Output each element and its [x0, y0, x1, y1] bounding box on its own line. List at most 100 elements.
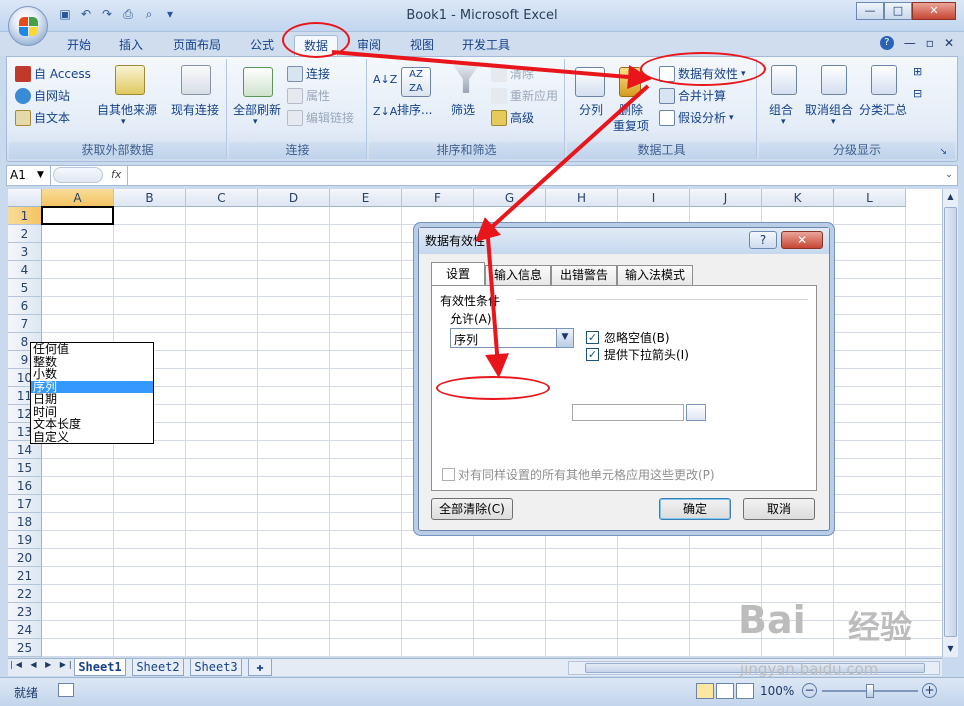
advanced-filter-button[interactable]: 高级 [491, 109, 534, 126]
tab-formulas[interactable]: 公式 [243, 35, 281, 56]
allow-option[interactable]: 文本长度 [31, 418, 153, 431]
help-icon[interactable]: ? [879, 36, 894, 50]
from-access-button[interactable]: 自 Access [15, 65, 91, 82]
sheet-tab-2[interactable]: Sheet2 [132, 659, 184, 676]
row-header-15[interactable]: 15 [8, 459, 42, 477]
source-input[interactable] [572, 404, 684, 421]
ribbon-restore-icon[interactable]: ▫ [926, 36, 934, 50]
restore-button[interactable]: □ [884, 2, 912, 20]
sheet-nav-icon[interactable]: |◀ ◀ ▶ ▶| [10, 660, 75, 669]
sort-button[interactable]: 排序... [397, 101, 432, 118]
clear-all-button[interactable]: 全部清除(C) [431, 498, 513, 520]
dialog-tab-ime-mode[interactable]: 输入法模式 [617, 265, 693, 285]
name-box[interactable]: A1 ▼ [7, 166, 51, 185]
hide-detail-icon[interactable]: ⊟ [913, 87, 922, 100]
tab-developer[interactable]: 开发工具 [455, 35, 517, 56]
row-header-19[interactable]: 19 [8, 531, 42, 549]
scroll-thumb[interactable] [944, 207, 957, 637]
existing-connections-button[interactable]: 现有连接 [171, 101, 219, 118]
active-cell-a1[interactable] [41, 206, 114, 225]
allow-option[interactable]: 日期 [31, 393, 153, 406]
from-web-button[interactable]: 自网站 [15, 87, 70, 104]
column-header-D[interactable]: D [258, 189, 330, 207]
refresh-all-button[interactable]: 全部刷新 [233, 101, 281, 118]
source-range-picker-icon[interactable] [686, 404, 706, 421]
subtotal-button[interactable]: 分类汇总 [859, 101, 907, 118]
row-header-22[interactable]: 22 [8, 585, 42, 603]
column-header-G[interactable]: G [474, 189, 546, 207]
show-detail-icon[interactable]: ⊞ [913, 65, 922, 78]
tab-home[interactable]: 开始 [60, 35, 98, 56]
row-header-25[interactable]: 25 [8, 639, 42, 657]
insert-sheet-icon[interactable]: ✚ [248, 659, 272, 676]
text-to-columns-button[interactable]: 分列 [579, 101, 603, 118]
consolidate-button[interactable]: 合并计算 [659, 87, 726, 104]
filter-button[interactable]: 筛选 [451, 101, 475, 118]
sort-descending-icon[interactable]: Z↓A [373, 105, 397, 118]
allow-option[interactable]: 自定义 [31, 431, 153, 444]
row-header-24[interactable]: 24 [8, 621, 42, 639]
ignore-blank-checkbox[interactable]: ✓ [586, 331, 599, 344]
cancel-button[interactable]: 取消 [743, 498, 815, 520]
row-header-4[interactable]: 4 [8, 261, 42, 279]
other-sources-button[interactable]: 自其他来源 [97, 101, 157, 118]
formula-input[interactable] [127, 166, 947, 185]
dialog-tab-input-message[interactable]: 输入信息 [485, 265, 551, 285]
row-header-6[interactable]: 6 [8, 297, 42, 315]
allow-option[interactable]: 任何值 [31, 343, 153, 356]
allow-option[interactable]: 小数 [31, 368, 153, 381]
formula-splitter-icon[interactable] [53, 167, 103, 183]
zoom-slider[interactable] [822, 684, 918, 698]
ok-button[interactable]: 确定 [659, 498, 731, 520]
column-header-H[interactable]: H [546, 189, 618, 207]
vertical-scrollbar[interactable]: ▲ ▼ [942, 189, 958, 657]
select-all-corner[interactable] [8, 189, 42, 207]
apply-all-checkbox[interactable] [442, 468, 455, 481]
insert-function-icon[interactable]: fx [111, 168, 121, 181]
sheet-tab-3[interactable]: Sheet3 [190, 659, 242, 676]
macro-record-icon[interactable] [58, 683, 74, 697]
ribbon-minimize-icon[interactable]: — [904, 36, 916, 50]
column-header-J[interactable]: J [690, 189, 762, 207]
row-header-18[interactable]: 18 [8, 513, 42, 531]
column-header-K[interactable]: K [762, 189, 834, 207]
zoom-out-icon[interactable]: − [802, 683, 817, 698]
dialog-close-button[interactable]: ✕ [781, 231, 823, 249]
allow-option[interactable]: 整数 [31, 356, 153, 369]
column-header-B[interactable]: B [114, 189, 186, 207]
zoom-in-icon[interactable]: + [922, 683, 937, 698]
column-header-F[interactable]: F [402, 189, 474, 207]
column-header-E[interactable]: E [330, 189, 402, 207]
column-header-I[interactable]: I [618, 189, 690, 207]
from-text-button[interactable]: 自文本 [15, 109, 70, 126]
sort-ascending-icon[interactable]: A↓Z [373, 73, 397, 86]
row-header-5[interactable]: 5 [8, 279, 42, 297]
tab-review[interactable]: 审阅 [350, 35, 388, 56]
zoom-slider-thumb[interactable] [866, 684, 874, 698]
sheet-tab-1[interactable]: Sheet1 [74, 659, 126, 676]
allow-dropdown-icon[interactable]: ▼ [556, 329, 573, 347]
ribbon-close-icon[interactable]: ✕ [944, 36, 954, 50]
formula-expand-icon[interactable]: ⌄ [942, 167, 956, 183]
scroll-up-icon[interactable]: ▲ [943, 189, 958, 205]
row-header-20[interactable]: 20 [8, 549, 42, 567]
allow-option[interactable]: 时间 [31, 406, 153, 419]
page-break-view-icon[interactable] [736, 683, 754, 699]
allow-dropdown-list[interactable]: 任何值 整数 小数 序列 日期 时间 文本长度 自定义 [30, 342, 154, 444]
page-layout-view-icon[interactable] [716, 683, 734, 699]
normal-view-icon[interactable] [696, 683, 714, 699]
group-button[interactable]: 组合 [769, 101, 793, 118]
row-header-2[interactable]: 2 [8, 225, 42, 243]
what-if-button[interactable]: 假设分析 ▾ [659, 109, 734, 126]
row-header-21[interactable]: 21 [8, 567, 42, 585]
row-header-23[interactable]: 23 [8, 603, 42, 621]
connections-button[interactable]: 连接 [287, 65, 330, 82]
remove-duplicates-button[interactable]: 删除 [619, 101, 643, 118]
column-header-A[interactable]: A [42, 189, 114, 207]
row-header-1[interactable]: 1 [8, 207, 42, 225]
tab-view[interactable]: 视图 [403, 35, 441, 56]
row-header-7[interactable]: 7 [8, 315, 42, 333]
column-header-C[interactable]: C [186, 189, 258, 207]
allow-option[interactable]: 序列 [31, 380, 153, 393]
row-header-17[interactable]: 17 [8, 495, 42, 513]
